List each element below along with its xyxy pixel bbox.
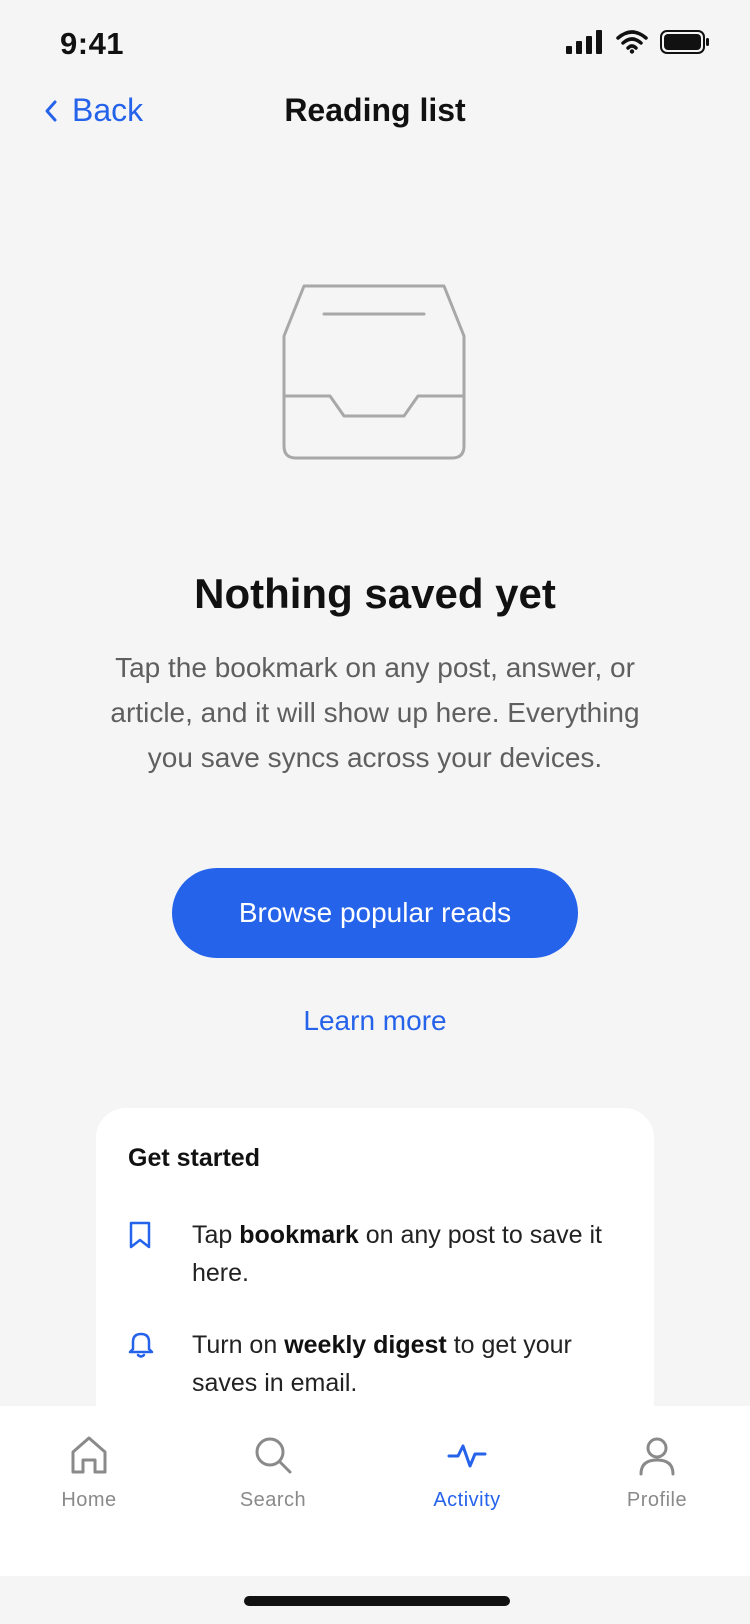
home-icon: [71, 1436, 107, 1474]
bookmark-icon: [129, 1221, 151, 1249]
tab-label: Profile: [626, 1489, 688, 1511]
profile-icon: [639, 1437, 675, 1476]
card-title: Get started: [128, 1144, 260, 1172]
get-started-card: Get started Tap bookmark on any post to …: [96, 1108, 654, 1428]
status-icons: [566, 30, 710, 54]
tip-text: Tap bookmark on any post to save it here…: [192, 1221, 602, 1287]
bell-icon: [128, 1332, 154, 1358]
activity-icon: [447, 1444, 487, 1468]
tab-search[interactable]: Search: [198, 1434, 348, 1512]
inbox-tray-icon: [282, 284, 466, 460]
empty-state-title: Nothing saved yet: [194, 570, 556, 617]
browse-popular-reads-button[interactable]: Browse popular reads: [172, 868, 578, 958]
battery-icon: [660, 30, 709, 54]
tab-label: Activity: [433, 1489, 501, 1511]
cellular-signal-icon: [566, 30, 602, 54]
status-bar: 9:41: [0, 0, 750, 90]
tab-profile[interactable]: Profile: [582, 1434, 732, 1512]
tab-bar: Home Search Activity Profile: [0, 1406, 750, 1576]
search-icon: [255, 1437, 292, 1474]
empty-state-description: Tap the bookmark on any post, answer, or…: [110, 652, 640, 773]
wifi-icon: [616, 30, 648, 54]
tip-text: Turn on weekly digest to get your saves …: [192, 1331, 572, 1397]
home-indicator[interactable]: [244, 1596, 510, 1606]
page-title: Reading list: [284, 92, 466, 128]
tab-label: Home: [61, 1489, 117, 1511]
tip-item: Turn on weekly digest to get your saves …: [128, 1326, 622, 1402]
learn-more-link[interactable]: Learn more: [0, 1005, 750, 1037]
tab-label: Search: [239, 1489, 307, 1511]
tab-activity[interactable]: Activity: [392, 1434, 542, 1512]
navigation-bar: Back Reading list: [0, 84, 750, 140]
tab-home[interactable]: Home: [14, 1434, 164, 1512]
status-time: 9:41: [60, 26, 125, 61]
tip-item: Tap bookmark on any post to save it here…: [128, 1216, 622, 1292]
